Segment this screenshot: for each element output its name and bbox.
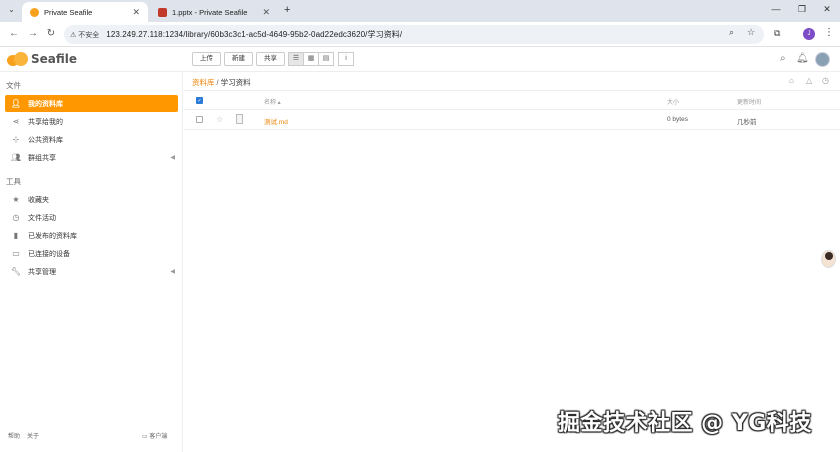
info-icon[interactable]: i bbox=[338, 52, 354, 66]
user-avatar[interactable] bbox=[815, 52, 830, 67]
bookmark-star-icon[interactable]: ☆ bbox=[747, 27, 755, 38]
clock-icon: ◷ bbox=[12, 213, 20, 222]
seafile-logo[interactable]: Seafile bbox=[7, 52, 77, 66]
file-icon bbox=[236, 114, 243, 124]
file-modified: 几秒前 bbox=[737, 119, 757, 126]
files-heading: 文件 bbox=[6, 81, 21, 90]
monitor-icon: ▭ bbox=[12, 249, 20, 258]
sidebar-item-public-libraries[interactable]: ⊹ 公共资料库 bbox=[5, 131, 178, 148]
browser-tab-bar: ⌄ Private Seafile ✕ 1.pptx - Private Sea… bbox=[0, 0, 840, 22]
client-link[interactable]: ▭ 客户端 bbox=[142, 431, 167, 440]
sidebar-item-group-share[interactable]: 👥︎ 群组共享 ◀ bbox=[5, 149, 178, 166]
warning-icon: ⚠ bbox=[70, 31, 77, 39]
group-icon: 👥︎ bbox=[10, 153, 22, 162]
row-checkbox[interactable] bbox=[196, 116, 203, 123]
logo-mark-icon bbox=[7, 52, 29, 66]
close-tab-icon[interactable]: ✕ bbox=[262, 7, 270, 18]
upload-button[interactable]: 上传 bbox=[192, 52, 221, 66]
activity-icon[interactable]: △ bbox=[806, 76, 812, 85]
close-window-icon[interactable]: ✕ bbox=[821, 4, 833, 15]
minimize-icon[interactable]: — bbox=[770, 4, 782, 14]
tab-search-icon[interactable]: ⌄ bbox=[6, 5, 17, 16]
url-text: 123.249.27.118:1234/library/60b3c3c1-ac5… bbox=[106, 30, 403, 39]
sidebar-item-my-libraries[interactable]: 👤︎ 我的资料库 bbox=[5, 95, 178, 112]
monitor-icon: ▭ bbox=[142, 434, 148, 440]
back-icon[interactable]: ← bbox=[8, 29, 20, 39]
expand-caret-icon: ◀ bbox=[170, 155, 175, 161]
profile-avatar[interactable]: J bbox=[803, 28, 815, 40]
search-icon[interactable]: ⌕ bbox=[780, 53, 786, 64]
file-toolbar: 上传 新建 共享 ☰ ▦ ▤ i bbox=[192, 52, 354, 66]
extensions-icon[interactable]: ⧉ bbox=[774, 28, 780, 39]
tools-heading: 工具 bbox=[6, 177, 21, 186]
pptx-favicon-icon bbox=[158, 7, 167, 17]
table-row[interactable]: ☆ 测试.md 0 bytes 几秒前 bbox=[184, 110, 840, 130]
expand-caret-icon: ◀ bbox=[170, 269, 175, 275]
about-link[interactable]: 关于 bbox=[27, 431, 39, 440]
column-header-modified[interactable]: 更新时间 bbox=[737, 97, 761, 106]
browser-tab-inactive[interactable]: 1.pptx - Private Seafile ✕ bbox=[150, 2, 278, 22]
breadcrumb-current: 学习资料 bbox=[220, 78, 251, 87]
url-field[interactable]: ⚠ 不安全 123.249.27.118:1234/library/60b3c3… bbox=[64, 25, 764, 44]
new-tab-icon[interactable]: + bbox=[284, 4, 290, 16]
app-header: Seafile 上传 新建 共享 ☰ ▦ ▤ i ⌕ 🔔︎ bbox=[0, 47, 840, 72]
column-view-icon[interactable]: ▤ bbox=[318, 52, 334, 66]
maximize-icon[interactable]: ❐ bbox=[796, 4, 808, 15]
file-table-header: ✓ 名称 ▴ 大小 更新时间 bbox=[184, 91, 840, 110]
browser-tab-active[interactable]: Private Seafile ✕ bbox=[22, 2, 148, 22]
seafile-favicon-icon bbox=[30, 7, 39, 17]
floating-assistant-avatar[interactable] bbox=[821, 250, 836, 268]
tag-icon[interactable]: ⌂ bbox=[789, 76, 794, 85]
star-icon[interactable]: ☆ bbox=[216, 115, 223, 124]
browser-menu-icon[interactable]: ⋮ bbox=[824, 27, 834, 38]
org-icon: ⊹ bbox=[12, 135, 20, 144]
sidebar-item-published-libraries[interactable]: ▮ 已发布的资料库 bbox=[5, 227, 178, 244]
help-link[interactable]: 帮助 bbox=[8, 431, 20, 440]
book-icon: ▮ bbox=[13, 231, 19, 240]
logo-text: Seafile bbox=[31, 52, 78, 66]
share-icon: ⋖ bbox=[12, 117, 20, 126]
sidebar: 文件 👤︎ 我的资料库 ⋖ 共享给我的 ⊹ 公共资料库 👥︎ 群组共享 ◀ 工具… bbox=[0, 72, 183, 452]
column-header-size[interactable]: 大小 bbox=[667, 97, 679, 106]
breadcrumb-separator: / bbox=[216, 78, 219, 87]
new-button[interactable]: 新建 bbox=[224, 52, 253, 66]
tab-title: Private Seafile bbox=[44, 7, 93, 17]
history-icon[interactable]: ◷ bbox=[822, 76, 829, 85]
list-view-icon[interactable]: ☰ bbox=[288, 52, 304, 66]
path-bar: 资料库 / 学习资料 ⌂ △ ◷ bbox=[184, 72, 840, 91]
wrench-icon: 🔧︎ bbox=[10, 267, 22, 276]
close-tab-icon[interactable]: ✕ bbox=[132, 7, 140, 18]
select-all-checkbox[interactable]: ✓ bbox=[196, 97, 203, 104]
share-button[interactable]: 共享 bbox=[256, 52, 285, 66]
security-indicator[interactable]: ⚠ 不安全 bbox=[70, 30, 99, 40]
sidebar-item-linked-devices[interactable]: ▭ 已连接的设备 bbox=[5, 245, 178, 262]
column-header-name[interactable]: 名称 ▴ bbox=[264, 97, 281, 106]
file-name-link[interactable]: 测试.md bbox=[264, 116, 288, 126]
breadcrumb-libraries-link[interactable]: 资料库 bbox=[192, 78, 215, 87]
sidebar-item-shared-with-me[interactable]: ⋖ 共享给我的 bbox=[5, 113, 178, 130]
sidebar-item-activities[interactable]: ◷ 文件活动 bbox=[5, 209, 178, 226]
user-icon: 👤︎ bbox=[10, 99, 22, 108]
sidebar-item-favorites[interactable]: ★ 收藏夹 bbox=[5, 191, 178, 208]
file-size: 0 bytes bbox=[667, 116, 688, 123]
forward-icon[interactable]: → bbox=[27, 29, 39, 39]
watermark-text: 掘金技术社区 @ YG科技 bbox=[558, 411, 812, 436]
sidebar-item-share-admin[interactable]: 🔧︎ 共享管理 ◀ bbox=[5, 263, 178, 280]
star-icon: ★ bbox=[12, 195, 20, 204]
grid-view-icon[interactable]: ▦ bbox=[303, 52, 319, 66]
view-mode-group: ☰ ▦ ▤ bbox=[288, 52, 334, 66]
address-bar-row: ← → ↻ ⚠ 不安全 123.249.27.118:1234/library/… bbox=[0, 22, 840, 47]
tab-title: 1.pptx - Private Seafile bbox=[172, 7, 248, 17]
reload-icon[interactable]: ↻ bbox=[45, 29, 57, 39]
breadcrumb: 资料库 / 学习资料 bbox=[192, 77, 251, 88]
notification-bell-icon[interactable]: 🔔︎ bbox=[796, 53, 809, 64]
sidebar-footer: 帮助 关于 ▭ 客户端 bbox=[0, 431, 183, 445]
zoom-icon[interactable]: ⌕ bbox=[729, 27, 734, 38]
